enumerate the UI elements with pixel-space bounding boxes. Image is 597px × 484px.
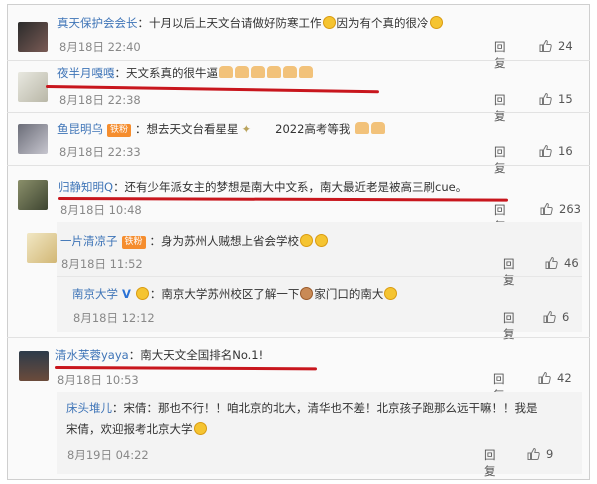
comment-text: ：还有少年派女主的梦想是南大中文系，南大最近老是被高三刷cue。 bbox=[113, 180, 468, 194]
like-button[interactable]: 15 bbox=[539, 92, 573, 106]
emoji-face-icon bbox=[384, 287, 398, 300]
username[interactable]: 南京大学 bbox=[72, 287, 118, 301]
username[interactable]: 夜半月嘎嘎 bbox=[57, 66, 115, 80]
like-count: 16 bbox=[558, 144, 573, 158]
comment-text-line-2: 宋倩，欢迎报考北京大学 bbox=[66, 422, 193, 436]
timestamp: 8月18日 10:53 bbox=[57, 373, 139, 387]
like-button[interactable]: 24 bbox=[539, 39, 573, 53]
thumbs-up-hand-emoji bbox=[267, 66, 281, 78]
thumbs-up-icon bbox=[538, 372, 551, 384]
emoji-face-icon bbox=[300, 234, 314, 247]
username[interactable]: 真天保护会会长 bbox=[57, 16, 138, 30]
avatar[interactable] bbox=[19, 351, 49, 381]
timestamp: 8月18日 11:52 bbox=[61, 257, 143, 271]
thumbs-up-icon bbox=[540, 203, 553, 215]
avatar[interactable] bbox=[27, 233, 57, 263]
timestamp: 8月18日 10:48 bbox=[60, 203, 142, 217]
thumbs-up-hand-emoji bbox=[251, 66, 265, 78]
thumbs-up-hand-emoji bbox=[283, 66, 297, 78]
emoji-face-icon bbox=[322, 16, 336, 29]
thumbs-up-icon bbox=[543, 311, 556, 323]
like-button[interactable]: 9 bbox=[527, 447, 553, 461]
fan-badge: 铁粉 bbox=[107, 124, 132, 137]
thumbs-up-icon bbox=[539, 93, 552, 105]
timestamp: 8月18日 22:38 bbox=[59, 93, 141, 107]
username[interactable]: 归静知明Q bbox=[58, 180, 113, 194]
comment-text: ：南京大学苏州校区了解一下 bbox=[149, 287, 300, 301]
sparkle-icon: ✦ bbox=[241, 122, 252, 136]
emoji-face-icon bbox=[315, 234, 329, 247]
comment-text: ：南大天文全国排名No.1! bbox=[128, 348, 264, 362]
reply-button[interactable]: 回复 bbox=[484, 447, 496, 479]
thumbs-up-hand-emoji bbox=[235, 66, 249, 78]
emoji-face-icon bbox=[300, 287, 314, 300]
comment-text: ：身为苏州人贼想上省会学校 bbox=[149, 234, 300, 248]
comment-text-2: 2022高考等我 bbox=[275, 122, 351, 136]
like-button[interactable]: 16 bbox=[539, 144, 573, 158]
emoji-face-icon bbox=[193, 422, 207, 435]
reply-button[interactable]: 回复 bbox=[494, 39, 506, 71]
reply-button[interactable]: 回复 bbox=[503, 256, 515, 288]
comment-text-2: 因为有个真的很冷 bbox=[336, 16, 429, 30]
like-button[interactable]: 42 bbox=[538, 371, 572, 385]
timestamp: 8月18日 22:33 bbox=[59, 145, 141, 159]
emoji-face-icon bbox=[135, 287, 149, 300]
like-count: 46 bbox=[564, 256, 579, 270]
thumbs-up-hand-emoji bbox=[219, 66, 233, 78]
thumbs-up-icon bbox=[527, 448, 540, 460]
thumbs-up-icon bbox=[539, 145, 552, 157]
timestamp: 8月19日 04:22 bbox=[67, 448, 149, 462]
timestamp: 8月18日 22:40 bbox=[59, 40, 141, 54]
emoji-face-icon bbox=[429, 16, 443, 29]
fan-badge: 铁粉 bbox=[121, 236, 146, 249]
like-count: 42 bbox=[557, 371, 572, 385]
comment-text-2: 家门口的南大 bbox=[314, 287, 384, 301]
verified-v-icon: V bbox=[122, 287, 131, 301]
like-button[interactable]: 46 bbox=[545, 256, 579, 270]
like-count: 15 bbox=[558, 92, 573, 106]
comment-text: ：宋倩：那也不行！！咱北京的北大，清华也不差！北京孩子跑那么远干嘛！！我是 bbox=[112, 401, 538, 415]
flex-emoji bbox=[371, 122, 386, 134]
avatar[interactable] bbox=[18, 22, 48, 52]
avatar[interactable] bbox=[18, 72, 48, 102]
username[interactable]: 床头堆儿 bbox=[66, 401, 112, 415]
flex-emoji bbox=[355, 122, 370, 134]
avatar[interactable] bbox=[18, 124, 48, 154]
like-button[interactable]: 263 bbox=[540, 202, 581, 216]
like-count: 263 bbox=[559, 202, 581, 216]
comment-text: ：十月以后上天文台请做好防寒工作 bbox=[137, 16, 322, 30]
comment-text: ：天文系真的很牛逼 bbox=[114, 66, 219, 80]
thumbs-up-icon bbox=[545, 257, 558, 269]
username[interactable]: 鱼昆明乌 bbox=[57, 122, 103, 136]
reply-button[interactable]: 回复 bbox=[494, 144, 506, 176]
thumbs-up-icon bbox=[539, 40, 552, 52]
avatar[interactable] bbox=[18, 180, 48, 210]
comment-text: ：想去天文台看星星 bbox=[135, 122, 239, 136]
thumbs-up-hand-emoji bbox=[299, 66, 313, 78]
username[interactable]: 清水芙蓉yaya bbox=[55, 348, 129, 362]
like-count: 24 bbox=[558, 39, 573, 53]
username[interactable]: 一片清凉子 bbox=[60, 234, 118, 248]
like-button[interactable]: 6 bbox=[543, 310, 569, 324]
reply-button[interactable]: 回复 bbox=[494, 92, 506, 124]
like-count: 9 bbox=[546, 447, 554, 461]
like-count: 6 bbox=[562, 310, 570, 324]
timestamp: 8月18日 12:12 bbox=[73, 311, 155, 325]
